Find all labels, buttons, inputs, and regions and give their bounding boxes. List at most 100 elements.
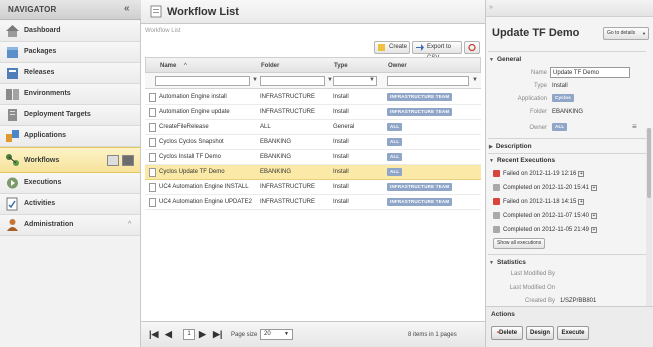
row-type: Install [333, 154, 349, 160]
row-type: General [333, 124, 355, 130]
table-row[interactable]: Automation Engine install INFRASTRUCTURE… [145, 90, 481, 105]
table-row[interactable]: CreateFileRelease ALL General ALL [145, 120, 481, 135]
execution-item[interactable]: Failed on 2012-11-19 12:16 + [493, 170, 585, 177]
nav-item-label: Administration [24, 221, 74, 228]
chevron-down-icon: ▼ [642, 31, 646, 36]
previous-page-icon[interactable]: ◀ [165, 329, 172, 340]
statistics-section-header[interactable]: ▼ Statistics [489, 259, 646, 266]
column-header-folder[interactable]: Folder [261, 63, 279, 69]
navigator-header: NAVIGATOR « [0, 0, 141, 20]
list-view-icon[interactable] [107, 155, 119, 166]
owner-filter-input[interactable] [387, 76, 469, 86]
row-type: Install [333, 139, 349, 145]
export-icon [416, 44, 424, 51]
table-row[interactable]: Cyclos Install TF Demo EBANKING Install … [145, 150, 481, 165]
server-icon [8, 109, 17, 121]
row-folder: EBANKING [260, 169, 292, 175]
nav-item-environments[interactable]: Environments [0, 84, 140, 105]
first-page-icon[interactable]: |◀ [149, 329, 158, 340]
row-type: Install [333, 94, 349, 100]
last-page-icon[interactable]: ▶| [213, 329, 222, 340]
list-icon[interactable]: ≡ [632, 122, 637, 131]
recent-executions-label: Recent Executions [496, 157, 556, 164]
general-section-header[interactable]: ▼ General [489, 56, 646, 63]
folder-filter-input[interactable] [260, 76, 325, 86]
execute-button[interactable]: Execute [557, 326, 589, 340]
filter-icon[interactable]: ▼ [472, 77, 478, 83]
next-page-icon[interactable]: ▶ [199, 329, 206, 340]
expand-icon[interactable]: + [590, 184, 597, 191]
scrollbar-thumb[interactable] [647, 128, 651, 198]
column-header-type[interactable]: Type [334, 63, 348, 69]
nav-item-activities[interactable]: Activities [0, 194, 140, 215]
chevron-down-icon[interactable]: ▼ [369, 77, 375, 83]
expand-icon[interactable]: + [578, 170, 585, 177]
column-header-name[interactable]: Name [160, 63, 176, 69]
nav-item-releases[interactable]: Releases [0, 63, 140, 84]
package-icon [7, 47, 18, 58]
recent-executions-section-header[interactable]: ▼ Recent Executions [489, 157, 646, 164]
nav-item-workflows[interactable]: Workflows [0, 147, 140, 173]
go-to-details-button[interactable]: Go to details ▼ [603, 27, 649, 40]
main-panel: Workflow List Workflow List Create Expor… [141, 0, 485, 347]
completed-status-icon [493, 184, 500, 191]
execution-item[interactable]: Completed on 2012-11-05 21:49 + [493, 226, 597, 233]
chevron-up-icon[interactable]: ^ [128, 221, 131, 228]
table-row[interactable]: UC4 Automation Engine INSTALL INFRASTRUC… [145, 180, 481, 195]
row-type: Install [333, 184, 349, 190]
divider [488, 51, 646, 52]
delete-button[interactable]: •Delete [491, 326, 523, 340]
nav-item-packages[interactable]: Packages [0, 42, 140, 63]
description-section-header[interactable]: ▶ Description [489, 143, 646, 150]
execution-text: Completed on 2012-11-20 15:41 [503, 185, 589, 192]
page-title: Workflow List [167, 6, 239, 18]
create-button[interactable]: Create [374, 41, 410, 54]
expand-panel-icon[interactable]: » [489, 4, 493, 11]
navigator-panel: NAVIGATOR « Dashboard Packages Releases … [0, 0, 141, 347]
breadcrumb[interactable]: Workflow List [145, 28, 181, 34]
failed-status-icon [493, 198, 500, 205]
stat-label-created-by: Created By [524, 298, 555, 304]
execution-item[interactable]: Failed on 2012-11-18 14:15 + [493, 198, 585, 205]
column-header-owner[interactable]: Owner [388, 63, 407, 69]
filter-icon[interactable]: ▼ [252, 77, 258, 83]
table-row[interactable]: Cyclos Cyclos Snapshot EBANKING Install … [145, 135, 481, 150]
show-all-executions-button[interactable]: Show all executions [493, 238, 546, 249]
general-label: General [496, 56, 522, 63]
table-row[interactable]: UC4 Automation Engine UPDATE2 INFRASTRUC… [145, 195, 481, 210]
nav-item-administration[interactable]: Administration ^ [0, 215, 140, 236]
nav-item-executions[interactable]: Executions [0, 173, 140, 194]
execution-item[interactable]: Completed on 2012-11-07 15:40 + [493, 212, 597, 219]
activity-icon [6, 197, 18, 211]
grid-view-icon[interactable] [122, 155, 134, 166]
items-info: 8 items in 1 pages [408, 332, 457, 338]
owner-badge: INFRASTRUCTURE TEAM [387, 108, 453, 116]
name-filter-input[interactable] [155, 76, 250, 86]
nav-item-deployment-targets[interactable]: Deployment Targets [0, 105, 140, 126]
collapse-navigator-icon[interactable]: « [124, 3, 130, 14]
failed-status-icon [493, 170, 500, 177]
nav-item-applications[interactable]: Applications [0, 126, 140, 147]
page-number-input[interactable]: 1 [183, 329, 195, 340]
design-button[interactable]: Design [526, 326, 554, 340]
page-size-select[interactable]: 20 ▼ [260, 329, 293, 340]
execution-item[interactable]: Completed on 2012-11-20 15:41 + [493, 184, 597, 191]
type-value: Install [552, 83, 568, 89]
refresh-button[interactable] [464, 41, 480, 54]
export-csv-button[interactable]: Export to CSV [412, 41, 462, 61]
table-row[interactable]: Automation Engine update INFRASTRUCTURE … [145, 105, 481, 120]
nav-item-label: Activities [24, 200, 56, 207]
release-icon [7, 68, 18, 79]
owner-badge: ALL [387, 153, 403, 161]
expand-icon[interactable]: + [590, 226, 597, 233]
table-row-selected[interactable]: Cyclos Update TF Demo EBANKING Install A… [145, 165, 481, 180]
owner-badge: INFRASTRUCTURE TEAM [387, 198, 453, 206]
nav-item-label: Packages [24, 48, 57, 55]
execution-text: Completed on 2012-11-07 15:40 [503, 213, 589, 220]
row-name: CreateFileRelease [159, 124, 209, 130]
expand-icon[interactable]: + [578, 198, 585, 205]
owner-badge: ALL [552, 123, 568, 131]
expand-icon[interactable]: + [590, 212, 597, 219]
refresh-icon [468, 44, 476, 51]
nav-item-dashboard[interactable]: Dashboard [0, 21, 140, 42]
